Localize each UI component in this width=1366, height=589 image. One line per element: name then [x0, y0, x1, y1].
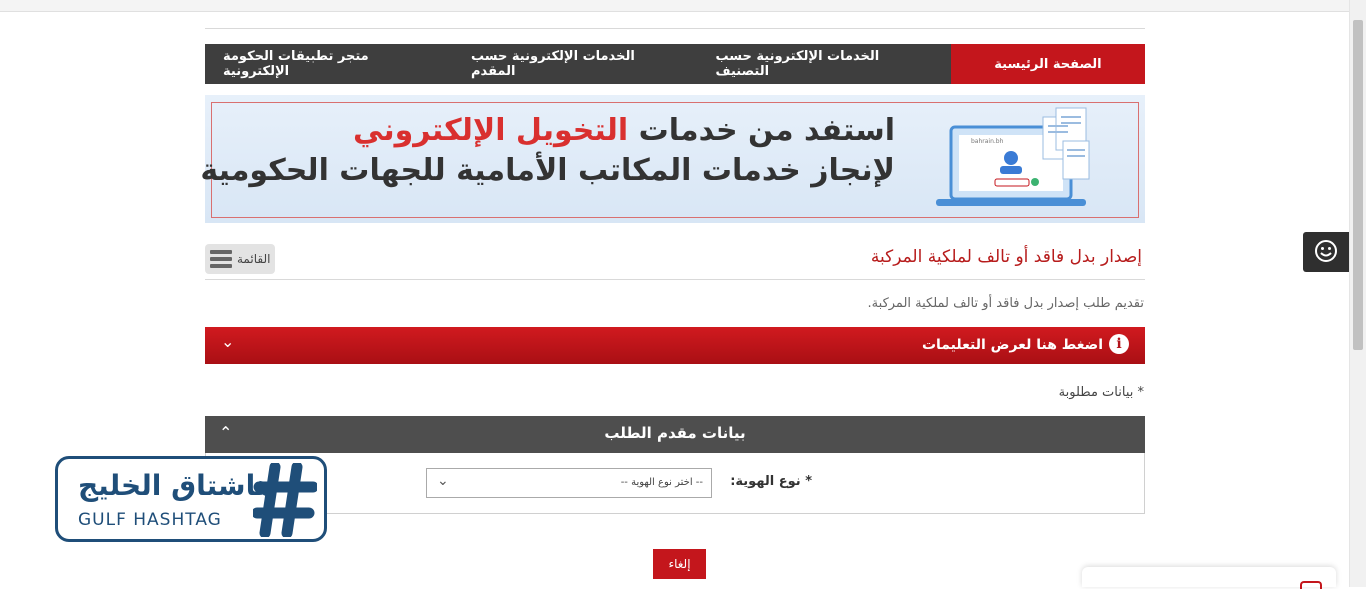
nav-item-services-by-provider[interactable]: الخدمات الإلكترونية حسب المقدم	[453, 44, 697, 84]
id-type-select[interactable]: -- اختر نوع الهوية -- ⌄	[426, 468, 712, 498]
watermark-logo: هاشتاق الخليج GULF HASHTAG	[55, 456, 327, 542]
title-divider	[205, 279, 1145, 280]
instructions-label: اضغط هنا لعرض التعليمات	[921, 337, 1103, 353]
watermark-english: GULF HASHTAG	[78, 510, 222, 530]
banner-headline-accent: التخويل الإلكتروني	[352, 113, 629, 148]
chevron-down-icon: ⌄	[437, 473, 449, 489]
menu-button[interactable]: القائمة	[205, 244, 275, 274]
nav-item-services-by-category[interactable]: الخدمات الإلكترونية حسب التصنيف	[698, 44, 951, 84]
laptop-illustration-icon: bahrain.bh	[936, 107, 1090, 206]
banner-screen-label: bahrain.bh	[971, 138, 1004, 145]
cancel-button[interactable]: إلغاء	[653, 549, 706, 579]
main-nav: الصفحة الرئيسية الخدمات الإلكترونية حسب …	[205, 44, 1145, 84]
instructions-toggle[interactable]: i اضغط هنا لعرض التعليمات ⌄	[205, 327, 1145, 364]
hashtag-icon	[253, 463, 317, 537]
banner-headline-start: استفد من خدمات	[628, 113, 895, 148]
info-icon: i	[1109, 334, 1129, 354]
applicant-section-header[interactable]: بيانات مقدم الطلب ⌃	[205, 416, 1145, 453]
promo-banner[interactable]: bahrain.bh استفد من خدمات التخويل الإلكت…	[200, 95, 1145, 223]
applicant-section: بيانات مقدم الطلب ⌃ * نوع الهوية: -- اخت…	[205, 416, 1145, 514]
applicant-section-title: بيانات مقدم الطلب	[604, 424, 746, 442]
id-type-selected-value: -- اختر نوع الهوية --	[620, 477, 703, 488]
id-type-label: * نوع الهوية:	[730, 474, 812, 489]
floating-widget[interactable]	[1082, 567, 1336, 589]
scrollbar-thumb[interactable]	[1353, 20, 1363, 350]
banner-headline-line1: استفد من خدمات التخويل الإلكتروني	[353, 113, 895, 148]
page-title: إصدار بدل فاقد أو تالف لملكية المركبة	[870, 247, 1142, 267]
hamburger-icon	[210, 250, 232, 268]
banner-headline-line2: لإنجاز خدمات المكاتب الأمامية للجهات الح…	[200, 153, 895, 188]
scrollbar[interactable]	[1349, 0, 1366, 587]
nav-item-home[interactable]: الصفحة الرئيسية	[950, 44, 1145, 84]
chevron-up-icon: ⌃	[219, 423, 233, 442]
widget-icon	[1300, 581, 1322, 589]
menu-button-label: القائمة	[237, 252, 271, 266]
browser-top-strip	[0, 0, 1350, 12]
required-fields-note: * بيانات مطلوبة	[1058, 385, 1144, 400]
chevron-down-icon: ⌄	[221, 332, 235, 351]
nav-item-app-store[interactable]: متجر تطبيقات الحكومة الإلكترونية	[205, 44, 453, 84]
header-divider	[205, 28, 1145, 29]
watermark-arabic: هاشتاق الخليج	[78, 469, 276, 502]
page-description: تقديم طلب إصدار بدل فاقد أو تالف لملكية …	[867, 296, 1144, 311]
feedback-button[interactable]	[1303, 232, 1349, 272]
smiley-icon	[1315, 240, 1337, 262]
